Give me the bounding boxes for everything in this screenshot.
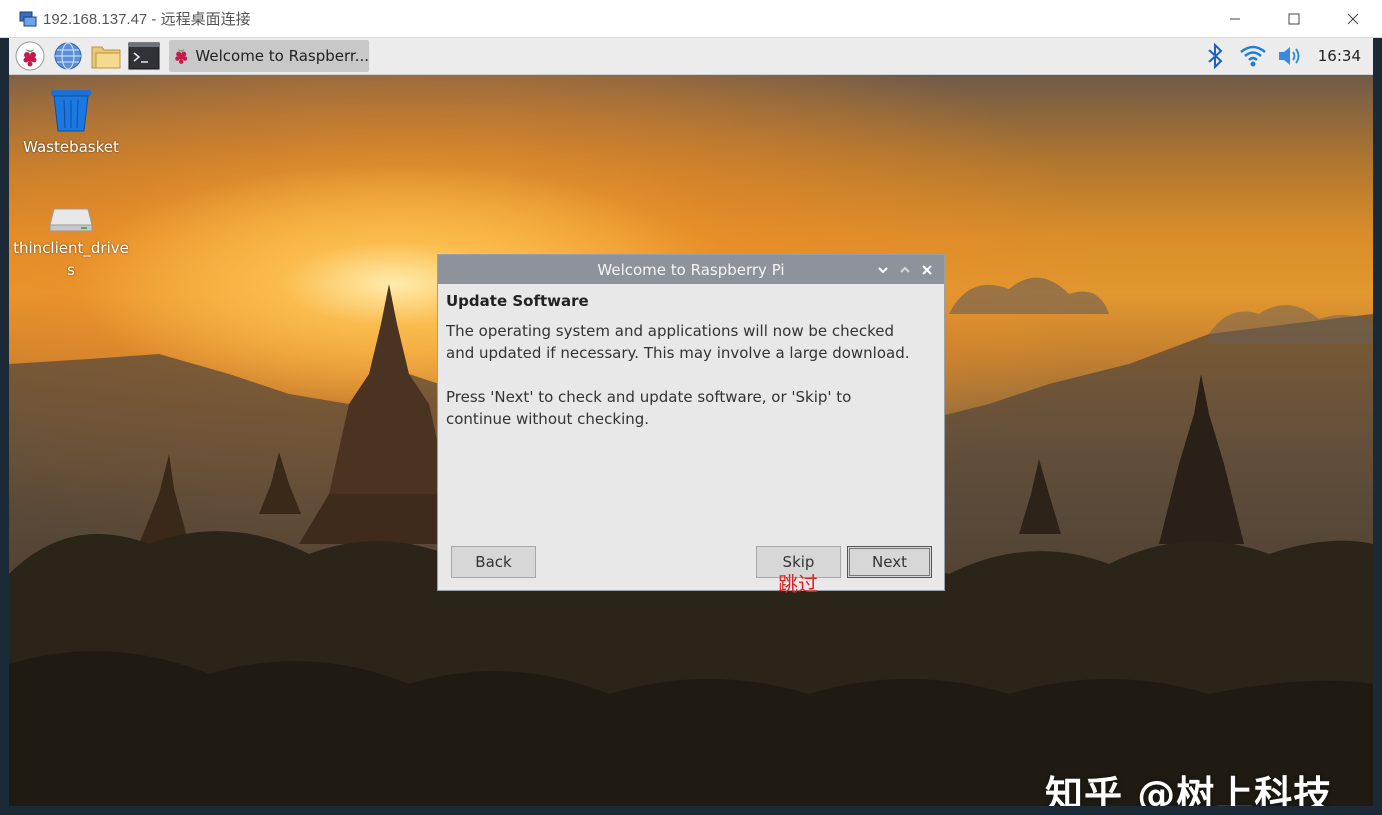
raspberry-menu-button[interactable] bbox=[13, 39, 47, 73]
dialog-paragraph-1: The operating system and applications wi… bbox=[446, 322, 910, 362]
desktop-icon-wastebasket[interactable]: Wastebasket bbox=[11, 88, 131, 158]
taskbar: Welcome to Raspberr... 16:34 bbox=[9, 38, 1373, 75]
wifi-icon bbox=[1239, 45, 1266, 67]
dialog-titlebar[interactable]: Welcome to Raspberry Pi bbox=[438, 255, 944, 284]
bluetooth-icon bbox=[1208, 43, 1223, 69]
minimize-icon bbox=[1229, 18, 1240, 20]
bluetooth-button[interactable] bbox=[1200, 41, 1230, 71]
drive-icon bbox=[49, 208, 93, 232]
maximize-icon bbox=[1288, 13, 1299, 25]
desktop-icon-thinclient-drives[interactable]: thinclient_drives bbox=[11, 203, 131, 281]
remote-desktop-icon bbox=[19, 10, 37, 28]
dialog-title: Welcome to Raspberry Pi bbox=[597, 260, 785, 279]
trash-icon bbox=[51, 90, 91, 132]
raspberry-icon bbox=[175, 49, 188, 64]
remote-desktop: Welcome to Raspberr... 16:34 Wastebasket… bbox=[9, 38, 1373, 806]
close-icon bbox=[922, 264, 932, 275]
dialog-heading: Update Software bbox=[446, 292, 589, 310]
volume-button[interactable] bbox=[1276, 41, 1306, 71]
web-browser-button[interactable] bbox=[51, 39, 85, 73]
taskbar-window-label: Welcome to Raspberr... bbox=[195, 47, 369, 65]
rdp-titlebar: 192.168.137.47 - 远程桌面连接 bbox=[0, 0, 1382, 38]
taskbar-window-welcome[interactable]: Welcome to Raspberr... bbox=[169, 40, 369, 72]
dialog-close-button[interactable] bbox=[916, 259, 938, 281]
wifi-button[interactable] bbox=[1238, 41, 1268, 71]
watermark: 知乎 @树上科技 bbox=[1045, 773, 1333, 806]
minimize-button[interactable] bbox=[1205, 0, 1264, 38]
annotation-skip: 跳过 bbox=[778, 572, 818, 596]
rdp-title: 192.168.137.47 - 远程桌面连接 bbox=[43, 11, 251, 28]
close-button[interactable] bbox=[1323, 0, 1382, 38]
web-browser-icon bbox=[54, 42, 82, 70]
welcome-dialog: Welcome to Raspberry Pi Update Software … bbox=[437, 254, 945, 596]
terminal-button[interactable] bbox=[127, 39, 161, 73]
chevron-down-icon bbox=[878, 266, 888, 273]
next-button[interactable]: Next bbox=[847, 546, 932, 578]
desktop-icon-label: Wastebasket bbox=[23, 138, 119, 156]
file-manager-button[interactable] bbox=[89, 39, 123, 73]
clock[interactable]: 16:34 bbox=[1318, 47, 1361, 65]
dialog-paragraph-2: Press 'Next' to check and update softwar… bbox=[446, 388, 852, 428]
back-button[interactable]: Back bbox=[451, 546, 536, 578]
volume-icon bbox=[1278, 47, 1300, 65]
maximize-button[interactable] bbox=[1264, 0, 1323, 38]
desktop-icon-label: thinclient_drives bbox=[13, 239, 129, 279]
chevron-up-icon bbox=[900, 266, 910, 273]
close-icon bbox=[1347, 13, 1358, 25]
raspberry-menu-icon bbox=[15, 41, 45, 71]
terminal-icon bbox=[128, 42, 160, 70]
dialog-maximize-button[interactable] bbox=[894, 259, 916, 281]
dialog-minimize-button[interactable] bbox=[872, 259, 894, 281]
file-manager-icon bbox=[91, 46, 121, 69]
